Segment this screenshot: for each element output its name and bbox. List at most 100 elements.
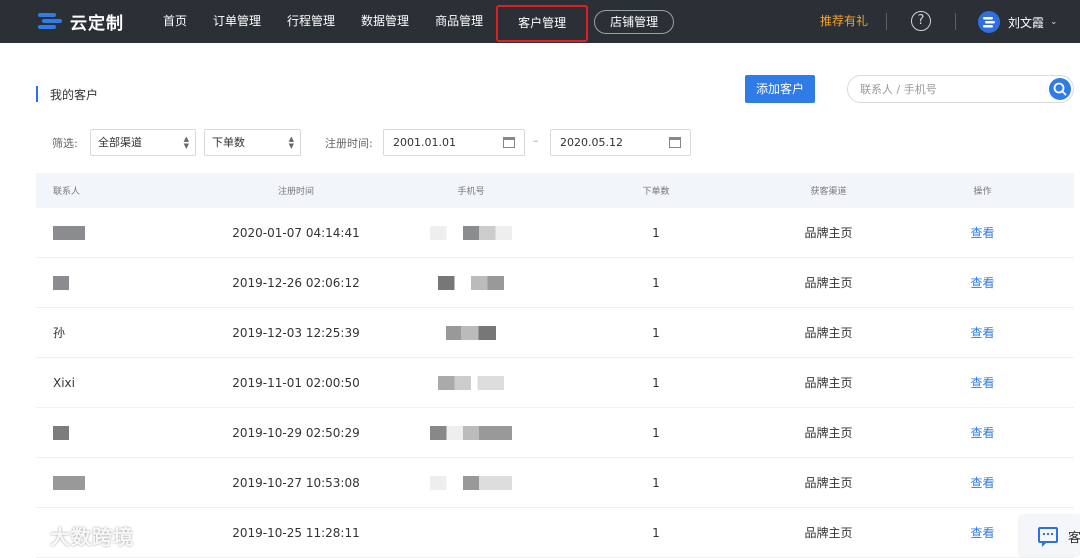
calendar-icon bbox=[669, 137, 681, 148]
search-button[interactable] bbox=[1049, 78, 1071, 100]
user-menu[interactable]: 刘文霞 ⌄ bbox=[978, 10, 1058, 34]
search-box bbox=[847, 75, 1074, 103]
redacted-phone bbox=[446, 325, 496, 340]
register-time: 2019-10-25 11:28:11 bbox=[232, 525, 360, 540]
date-to-value: 2020.05.12 bbox=[560, 136, 623, 149]
avatar bbox=[978, 11, 1000, 33]
contact-name: Xixi bbox=[53, 375, 75, 390]
chat-label: 客 bbox=[1068, 531, 1080, 546]
order-count: 1 bbox=[652, 325, 660, 340]
acquisition-channel: 品牌主页 bbox=[804, 276, 853, 290]
redacted-phone bbox=[438, 375, 504, 390]
phone-number bbox=[396, 225, 546, 240]
register-time: 2020-01-07 04:14:41 bbox=[232, 225, 360, 240]
date-from-value: 2001.01.01 bbox=[393, 136, 456, 149]
logo-icon bbox=[36, 10, 64, 32]
contact-name: 孙 bbox=[53, 326, 66, 340]
acquisition-channel: 品牌主页 bbox=[804, 226, 853, 240]
order-count: 1 bbox=[652, 275, 660, 290]
order-count: 1 bbox=[652, 525, 660, 540]
contact-name bbox=[36, 425, 196, 440]
view-link[interactable]: 查看 bbox=[891, 424, 1074, 441]
divider bbox=[955, 13, 956, 30]
nav-data[interactable]: 数据管理 bbox=[348, 0, 422, 43]
table-row: 2020-01-07 04:14:41 1 品牌主页 查看 bbox=[36, 208, 1074, 258]
search-input[interactable] bbox=[860, 81, 1030, 97]
table-row: 2019-10-27 10:53:08 1 品牌主页 查看 bbox=[36, 458, 1074, 508]
table-header: 联系人 注册时间 手机号 下单数 获客渠道 操作 bbox=[36, 173, 1074, 208]
phone-number bbox=[396, 325, 546, 340]
view-link[interactable]: 查看 bbox=[891, 474, 1074, 491]
divider bbox=[886, 13, 887, 30]
top-navigation-bar: 云定制 首页 订单管理 行程管理 数据管理 商品管理 客户管理 店铺管理 推荐有… bbox=[0, 0, 1080, 43]
redacted-name bbox=[53, 275, 69, 290]
order-count: 1 bbox=[652, 425, 660, 440]
order-count-select[interactable]: 下单数 ▲ ▼ bbox=[204, 129, 301, 156]
select-arrows-icon: ▲ ▼ bbox=[183, 135, 189, 150]
order-count-select-value: 下单数 bbox=[212, 136, 245, 149]
contact-name bbox=[36, 225, 196, 240]
header-name: 联系人 bbox=[53, 187, 81, 197]
order-count: 1 bbox=[652, 475, 660, 490]
logo[interactable]: 云定制 bbox=[36, 8, 124, 34]
table-row: 2019-10-29 02:50:29 1 品牌主页 查看 bbox=[36, 408, 1074, 458]
header-phone: 手机号 bbox=[457, 187, 485, 197]
nav-customers[interactable]: 客户管理 bbox=[496, 5, 589, 42]
register-time: 2019-10-29 02:50:29 bbox=[232, 425, 360, 440]
page-header: 我的客户 bbox=[36, 86, 98, 102]
view-link[interactable]: 查看 bbox=[891, 374, 1074, 391]
main-nav: 首页 订单管理 行程管理 数据管理 商品管理 客户管理 店铺管理 bbox=[150, 0, 675, 43]
chat-icon bbox=[1038, 527, 1058, 547]
nav-home[interactable]: 首页 bbox=[150, 0, 200, 43]
date-to-input[interactable]: 2020.05.12 bbox=[550, 129, 691, 156]
redacted-phone bbox=[430, 425, 512, 440]
contact-name bbox=[36, 475, 196, 490]
watermark-logo-icon bbox=[10, 523, 44, 547]
channel-select[interactable]: 全部渠道 ▲ ▼ bbox=[90, 129, 196, 156]
redacted-name bbox=[53, 475, 85, 490]
chat-widget[interactable]: 客 bbox=[1020, 516, 1080, 555]
acquisition-channel: 品牌主页 bbox=[804, 526, 853, 540]
redacted-phone bbox=[430, 225, 512, 240]
nav-itinerary[interactable]: 行程管理 bbox=[274, 0, 348, 43]
view-link[interactable]: 查看 bbox=[891, 224, 1074, 241]
nav-store[interactable]: 店铺管理 bbox=[594, 9, 675, 34]
search-icon bbox=[1053, 82, 1067, 96]
watermark: 大数跨境 bbox=[10, 521, 134, 549]
register-time: 2019-12-26 02:06:12 bbox=[232, 275, 360, 290]
nav-orders[interactable]: 订单管理 bbox=[200, 0, 274, 43]
table-row: 孙 2019-12-03 12:25:39 1 品牌主页 查看 bbox=[36, 308, 1074, 358]
header-time: 注册时间 bbox=[277, 187, 314, 197]
title-accent-bar bbox=[36, 86, 38, 102]
order-count: 1 bbox=[652, 375, 660, 390]
header-count: 下单数 bbox=[642, 187, 670, 197]
header-op: 操作 bbox=[973, 187, 992, 197]
phone-number bbox=[396, 375, 546, 390]
user-name: 刘文霞 bbox=[1008, 15, 1045, 30]
phone-number bbox=[396, 475, 546, 490]
view-link[interactable]: 查看 bbox=[891, 324, 1074, 341]
acquisition-channel: 品牌主页 bbox=[804, 326, 853, 340]
date-range-dash: – bbox=[533, 134, 539, 147]
add-customer-button[interactable]: 添加客户 bbox=[745, 75, 815, 103]
register-time: 2019-11-01 02:00:50 bbox=[232, 375, 360, 390]
nav-products[interactable]: 商品管理 bbox=[422, 0, 496, 43]
contact-name bbox=[36, 275, 196, 290]
phone-number bbox=[396, 425, 546, 440]
acquisition-channel: 品牌主页 bbox=[804, 376, 853, 390]
table-row: 2019-12-26 02:06:12 1 品牌主页 查看 bbox=[36, 258, 1074, 308]
help-icon[interactable]: ? bbox=[911, 11, 931, 31]
watermark-text: 大数跨境 bbox=[50, 524, 134, 549]
acquisition-channel: 品牌主页 bbox=[804, 426, 853, 440]
order-count: 1 bbox=[652, 225, 660, 240]
calendar-icon bbox=[503, 137, 515, 148]
recommend-link[interactable]: 推荐有礼 bbox=[820, 0, 868, 43]
table-row: 2019-10-25 11:28:11 1 品牌主页 查看 bbox=[36, 508, 1074, 558]
channel-select-value: 全部渠道 bbox=[98, 136, 142, 149]
redacted-phone bbox=[438, 275, 504, 290]
view-link[interactable]: 查看 bbox=[891, 274, 1074, 291]
select-arrows-icon: ▲ ▼ bbox=[288, 135, 294, 150]
register-time: 2019-10-27 10:53:08 bbox=[232, 475, 360, 490]
date-from-input[interactable]: 2001.01.01 bbox=[383, 129, 525, 156]
chevron-down-icon: ⌄ bbox=[1050, 17, 1058, 27]
